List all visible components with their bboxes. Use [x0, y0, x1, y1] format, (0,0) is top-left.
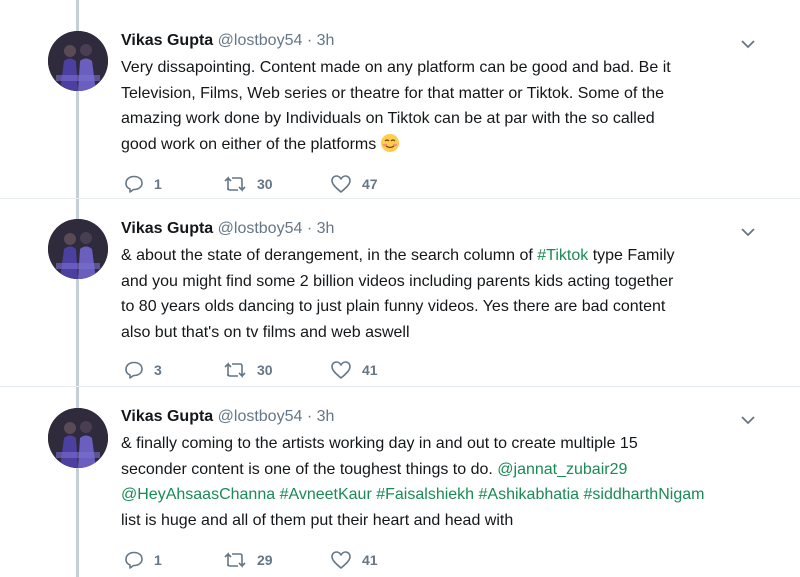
timestamp[interactable]: 3h — [317, 32, 335, 49]
like-button[interactable]: 47 — [330, 172, 378, 196]
avatar[interactable] — [48, 219, 108, 279]
text-segment: & about the state of derangement, in the… — [121, 247, 538, 264]
author-handle[interactable]: @lostboy54 — [218, 32, 303, 49]
tweet-header: Vikas Gupta @lostboy54 · 3h — [121, 220, 334, 238]
reply-count: 1 — [154, 552, 162, 568]
text-line: amazing work done by Individuals on Tikt… — [121, 110, 655, 127]
timestamp[interactable]: 3h — [317, 220, 335, 237]
text-line-with-emoji: good work on either of the platforms — [121, 132, 761, 158]
retweet-arrows-icon — [223, 174, 247, 194]
reply-button[interactable]: 3 — [124, 358, 162, 382]
retweet-count: 29 — [257, 552, 273, 568]
mention-link[interactable]: @HeyAhsaasChanna — [121, 486, 275, 503]
heart-outline-icon — [330, 360, 352, 380]
like-button[interactable]: 41 — [330, 548, 378, 572]
text-line: @HeyAhsaasChanna #AvneetKaur #Faisalshie… — [121, 482, 761, 508]
reply-count: 3 — [154, 362, 162, 378]
text-segment: seconder content is one of the toughest … — [121, 460, 498, 478]
author-name[interactable]: Vikas Gupta — [121, 408, 213, 425]
text-line: & about the state of derangement, in the… — [121, 243, 761, 269]
like-button[interactable]: 41 — [330, 358, 378, 382]
text-line: to 80 years olds dancing to just plain f… — [121, 298, 666, 315]
retweet-button[interactable]: 30 — [223, 358, 273, 382]
separator-dot: · — [306, 220, 313, 237]
avatar[interactable] — [48, 31, 108, 91]
reply-button[interactable]: 1 — [124, 172, 162, 196]
author-name[interactable]: Vikas Gupta — [121, 32, 213, 49]
chevron-down-icon[interactable] — [740, 224, 756, 240]
tweet-text: Very dissapointing. Content made on any … — [121, 55, 761, 157]
text-line: seconder content is one of the toughest … — [121, 457, 761, 483]
retweet-count: 30 — [257, 176, 273, 192]
mention-link[interactable]: @jannat_zubair29 — [497, 461, 627, 478]
like-count: 47 — [362, 176, 378, 192]
timestamp[interactable]: 3h — [317, 408, 335, 425]
speech-bubble-icon — [124, 174, 144, 194]
text-line: good work on either of the platforms — [121, 135, 377, 153]
smiling-face-with-blush-icon — [380, 133, 400, 153]
retweet-arrows-icon — [223, 360, 247, 380]
text-line: also but that's on tv films and web aswe… — [121, 323, 410, 341]
text-line: Very dissapointing. Content made on any … — [121, 59, 671, 76]
reply-button[interactable]: 1 — [124, 548, 162, 572]
text-segment: type Family — [588, 247, 675, 264]
heart-outline-icon — [330, 550, 352, 570]
reply-count: 1 — [154, 176, 162, 192]
retweet-arrows-icon — [223, 550, 247, 570]
tweet-text: & finally coming to the artists working … — [121, 431, 761, 533]
author-handle[interactable]: @lostboy54 — [218, 408, 303, 425]
text-line: & finally coming to the artists working … — [121, 435, 638, 452]
avatar[interactable] — [48, 408, 108, 468]
tweet-1[interactable]: Vikas Gupta @lostboy54 · 3h Very dissapo… — [0, 0, 800, 198]
speech-bubble-icon — [124, 550, 144, 570]
hashtag-link[interactable]: #Faisalshiekh — [376, 486, 474, 503]
text-line: and you might find some 2 billion videos… — [121, 272, 674, 290]
heart-outline-icon — [330, 174, 352, 194]
separator-dot: · — [306, 32, 313, 49]
text-line: list is huge and all of them put their h… — [121, 511, 514, 529]
hashtag-link[interactable]: #siddharthNigam — [583, 486, 704, 503]
chevron-down-icon[interactable] — [740, 36, 756, 52]
text-line: Television, Films, Web series or theatre… — [121, 84, 665, 102]
tweet-header: Vikas Gupta @lostboy54 · 3h — [121, 32, 334, 50]
tweet-text: & about the state of derangement, in the… — [121, 243, 761, 345]
speech-bubble-icon — [124, 360, 144, 380]
author-name[interactable]: Vikas Gupta — [121, 220, 213, 237]
author-handle[interactable]: @lostboy54 — [218, 220, 303, 237]
like-count: 41 — [362, 362, 378, 378]
hashtag-link[interactable]: #Ashikabhatia — [479, 486, 580, 503]
tweet-2[interactable]: Vikas Gupta @lostboy54 · 3h & about the … — [0, 198, 800, 386]
hashtag-link[interactable]: #AvneetKaur — [280, 486, 372, 503]
retweet-button[interactable]: 29 — [223, 548, 273, 572]
chevron-down-icon[interactable] — [740, 412, 756, 428]
like-count: 41 — [362, 552, 378, 568]
separator-dot: · — [306, 408, 313, 425]
retweet-count: 30 — [257, 362, 273, 378]
retweet-button[interactable]: 30 — [223, 172, 273, 196]
tweet-3[interactable]: Vikas Gupta @lostboy54 · 3h & finally co… — [0, 386, 800, 577]
hashtag-link[interactable]: #Tiktok — [537, 247, 588, 264]
tweet-header: Vikas Gupta @lostboy54 · 3h — [121, 408, 334, 426]
